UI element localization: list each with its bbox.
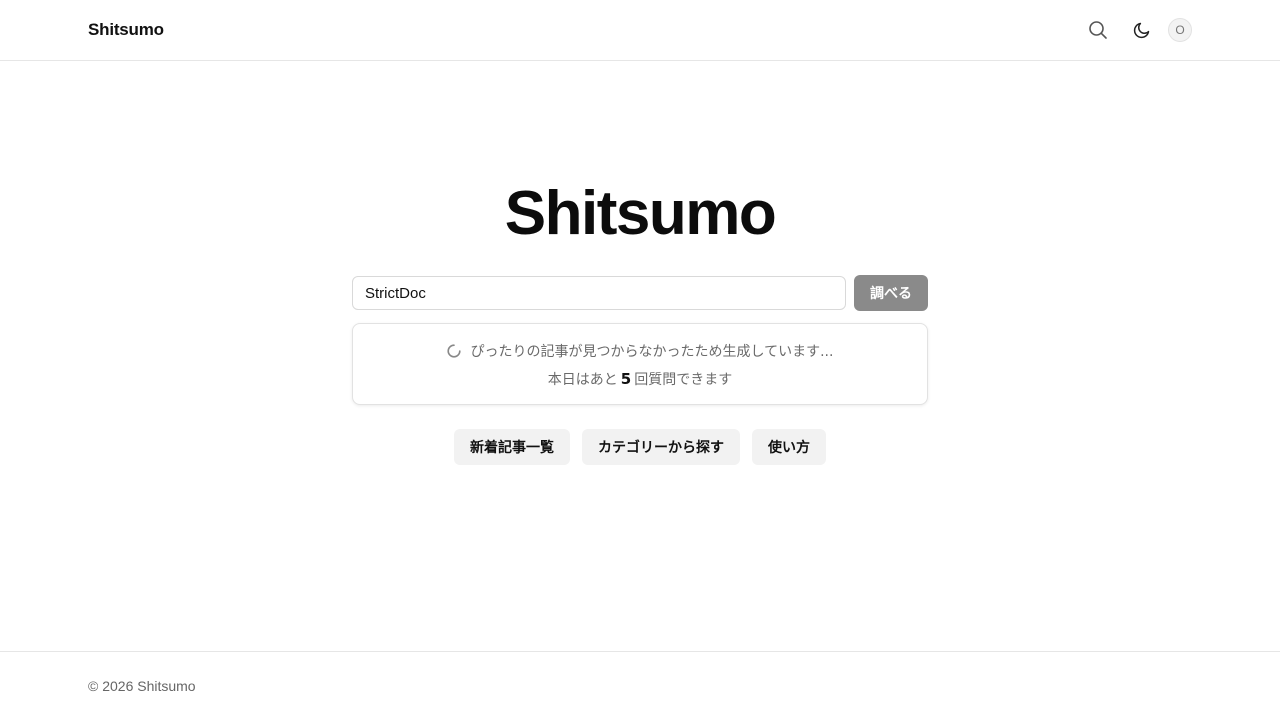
browse-categories-button[interactable]: カテゴリーから探す: [582, 429, 740, 465]
search-button[interactable]: [1086, 18, 1110, 42]
hero-title: Shitsumo: [504, 179, 777, 248]
site-header: Shitsumo O: [0, 0, 1280, 61]
quota-suffix: 回質問できます: [634, 372, 733, 388]
generation-status-text: ぴったりの記事が見つからなかったため生成しています...: [470, 344, 834, 360]
latest-articles-button[interactable]: 新着記事一覧: [454, 429, 570, 465]
remaining-questions: 本日はあと 5 回質問できます: [353, 369, 927, 389]
search-submit-button[interactable]: 調べる: [854, 275, 928, 311]
user-avatar[interactable]: O: [1168, 18, 1192, 42]
loading-spinner-icon: [446, 344, 461, 358]
copyright-text: © 2026 Shitsumo: [88, 678, 196, 694]
generation-status-card: ぴったりの記事が見つからなかったため生成しています... 本日はあと 5 回質問でき…: [352, 323, 928, 405]
quota-count: 5: [620, 370, 632, 388]
moon-icon: [1133, 22, 1150, 39]
brand-link[interactable]: Shitsumo: [88, 20, 164, 40]
theme-toggle-button[interactable]: [1130, 18, 1154, 42]
how-to-use-button[interactable]: 使い方: [752, 429, 826, 465]
quick-links: 新着記事一覧 カテゴリーから探す 使い方: [0, 429, 1280, 465]
generation-status: ぴったりの記事が見つからなかったため生成しています...: [353, 341, 927, 361]
quota-prefix: 本日はあと: [547, 372, 618, 388]
search-input[interactable]: [352, 276, 846, 310]
search-icon: [1089, 21, 1107, 39]
site-footer: © 2026 Shitsumo: [0, 651, 1280, 720]
